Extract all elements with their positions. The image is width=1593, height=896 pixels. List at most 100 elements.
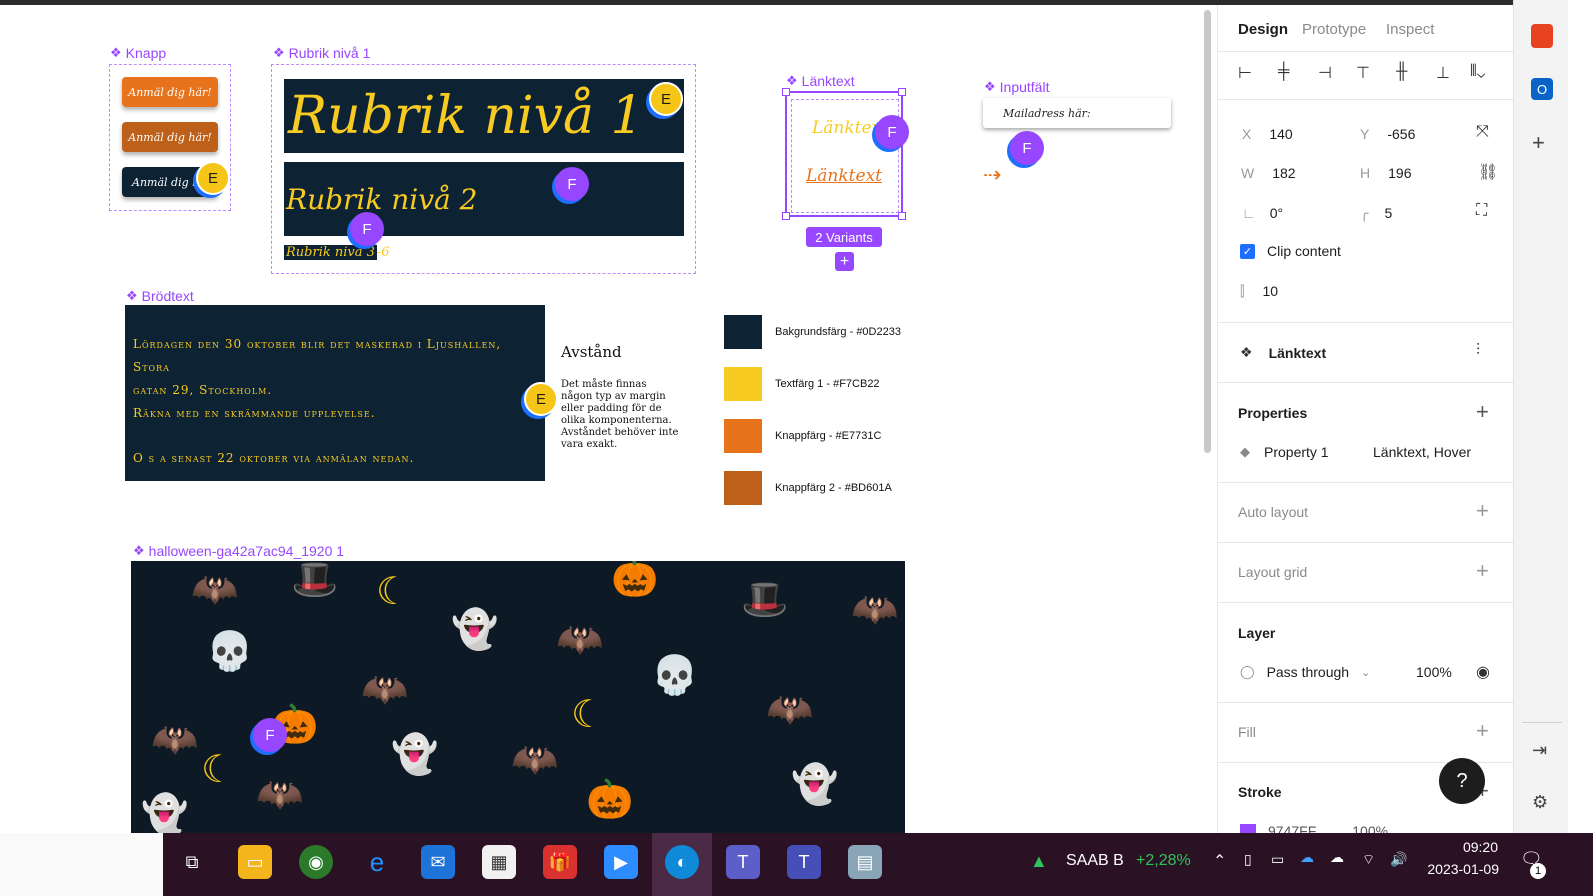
onedrive-icon[interactable]: ☁	[1300, 849, 1314, 866]
frame-label-knapp[interactable]: ❖ Knapp	[110, 45, 166, 61]
align-left-icon[interactable]: ⊢	[1238, 63, 1252, 83]
frame-label-brodtext[interactable]: ❖ Brödtext	[126, 288, 194, 304]
volume-icon[interactable]: 🔊	[1390, 851, 1407, 868]
input-field-component[interactable]: Mailadress här:	[983, 98, 1171, 128]
property-value[interactable]: Länktext, Hover	[1373, 444, 1471, 460]
tab-inspect[interactable]: Inspect	[1386, 21, 1434, 38]
checkbox-checked-icon[interactable]: ✓	[1240, 243, 1255, 259]
device-icon[interactable]: ▯	[1244, 851, 1252, 868]
heading-1-block[interactable]: Rubrik nivå 1	[284, 79, 684, 153]
frame-label-lanktext[interactable]: ❖ Länktext	[786, 73, 855, 89]
edge-icon[interactable]: ◐	[665, 845, 699, 879]
align-right-icon[interactable]: ⊣	[1318, 63, 1332, 83]
resize-handle[interactable]	[782, 212, 790, 220]
swatch-row[interactable]: Bakgrundsfärg - #0D2233	[724, 315, 944, 349]
microsoft-store-icon[interactable]: ▦	[482, 845, 516, 879]
button-variant-hover[interactable]: Anmäl dig här!	[122, 122, 218, 152]
stock-name[interactable]: SAAB B	[1066, 852, 1124, 870]
rubrik-frame[interactable]: Rubrik nivå 1 Rubrik nivå 2 Rubrik nivå …	[271, 64, 696, 274]
design-canvas[interactable]: ❖ Knapp Anmäl dig här! Anmäl dig här! An…	[0, 5, 1217, 833]
zoom-icon[interactable]: ▶	[604, 845, 638, 879]
collaborator-avatar-e[interactable]: E	[524, 382, 558, 416]
frame-label-image[interactable]: ❖ halloween-ga42a7ac94_1920 1	[133, 543, 344, 559]
independent-corners-icon[interactable]: ⛶	[1476, 202, 1487, 220]
collaborator-avatar-e[interactable]: E	[649, 82, 683, 116]
add-auto-layout-button[interactable]: +	[1476, 500, 1489, 522]
heading-2-block[interactable]: Rubrik nivå 2	[284, 162, 684, 236]
h-field[interactable]: H 196	[1360, 165, 1411, 181]
blend-mode-select[interactable]: ◯ Pass through ⌄	[1240, 664, 1370, 680]
button-variant-default[interactable]: Anmäl dig här!	[122, 77, 218, 107]
swatch-row[interactable]: Knappfärg - #E7731C	[724, 419, 944, 453]
canvas-scrollbar[interactable]	[1204, 10, 1211, 453]
variants-container[interactable]: Länktext Länktext	[791, 99, 899, 213]
teams-work-icon[interactable]: T	[787, 845, 821, 879]
wifi-icon[interactable]: ⌔	[1362, 851, 1375, 869]
align-center-horizontal-icon[interactable]: ╪	[1278, 63, 1289, 81]
resize-handle[interactable]	[898, 212, 906, 220]
y-field[interactable]: Y -656	[1360, 126, 1415, 142]
office-icon[interactable]	[1531, 24, 1553, 48]
file-explorer-icon[interactable]: ▭	[238, 845, 272, 879]
rotation-field[interactable]: ∟ 0°	[1242, 205, 1283, 221]
gift-app-icon[interactable]: 🎁	[543, 845, 577, 879]
collaborator-avatar-f[interactable]: F	[253, 718, 287, 752]
add-app-icon[interactable]: +	[1532, 130, 1545, 156]
settings-gear-icon[interactable]: ⚙	[1532, 792, 1548, 813]
teams-icon[interactable]: T	[726, 845, 760, 879]
collaborator-avatar-f[interactable]: F	[1010, 131, 1044, 165]
prototype-arrow-icon[interactable]: ⇢	[983, 162, 1001, 188]
outlook-icon[interactable]: O	[1531, 78, 1553, 100]
add-property-button[interactable]: +	[1476, 401, 1489, 423]
component-settings-icon[interactable]: ⫶	[1476, 342, 1480, 360]
stroke-row[interactable]: 9747FF 100%	[1240, 823, 1388, 833]
frame-label-inputfalt[interactable]: ❖ Inputfält	[984, 79, 1049, 95]
swatch-row[interactable]: Knappfärg 2 - #BD601A	[724, 471, 944, 505]
variants-badge[interactable]: 2 Variants	[806, 227, 882, 247]
tab-prototype[interactable]: Prototype	[1302, 21, 1366, 38]
heading-3-block[interactable]: Rubrik nivå 3 -6	[284, 243, 390, 261]
constrain-proportions-icon[interactable]: ⛓	[1478, 162, 1498, 182]
frame-label-rubrik[interactable]: ❖ Rubrik nivå 1	[273, 45, 370, 61]
align-center-vertical-icon[interactable]: ╫	[1396, 63, 1407, 81]
task-view-icon[interactable]: ⧉	[175, 845, 209, 879]
add-variant-button[interactable]: +	[835, 252, 854, 271]
cloud-icon[interactable]: ☁	[1330, 849, 1344, 866]
x-field[interactable]: X 140	[1242, 126, 1293, 142]
align-bottom-icon[interactable]: ⊥	[1436, 63, 1450, 83]
component-row[interactable]: ❖ Länktext	[1240, 344, 1326, 361]
resize-handle[interactable]	[782, 88, 790, 96]
visibility-eye-icon[interactable]: ◉	[1476, 662, 1490, 682]
chrome-icon[interactable]: ◉	[299, 845, 333, 879]
hide-sidebar-icon[interactable]: ⇥	[1532, 740, 1547, 761]
radius-field[interactable]: ╭ 5	[1360, 205, 1392, 222]
constraints-icon[interactable]: ⤧	[1476, 123, 1489, 141]
tab-design[interactable]: Design	[1238, 21, 1288, 38]
lanktext-frame-selected[interactable]: Länktext Länktext	[782, 88, 906, 220]
battery-icon[interactable]: ▭	[1271, 851, 1284, 868]
collaborator-avatar-f[interactable]: F	[555, 167, 589, 201]
halloween-pattern-image[interactable]: 🦇 🎩 ☾ 🎃 🎩 🦇 💀 👻 🦇 💀 🦇 🦇 ☾ 🎃 🦇 👻 🦇 ☾ 👻 🎃 …	[131, 561, 905, 833]
clock-date[interactable]: 2023-01-09	[1423, 861, 1499, 877]
align-top-icon[interactable]: ⊤	[1356, 63, 1370, 83]
clock-time[interactable]: 09:20	[1440, 839, 1498, 855]
body-text-block[interactable]: Lördagen den 30 oktober blir det maskera…	[125, 305, 545, 481]
stroke-color-swatch[interactable]	[1240, 824, 1256, 833]
spacing-field[interactable]: ⫿ 10	[1240, 283, 1278, 300]
notepad-icon[interactable]: ▤	[848, 845, 882, 879]
resize-handle[interactable]	[898, 88, 906, 96]
clip-content-toggle[interactable]: ✓ Clip content	[1240, 243, 1341, 259]
mail-icon[interactable]: ✉	[421, 845, 455, 879]
swatch-row[interactable]: Textfärg 1 - #F7CB22	[724, 367, 944, 401]
chevron-up-icon[interactable]: ⌃	[1213, 851, 1226, 871]
add-fill-button[interactable]: +	[1476, 720, 1489, 742]
internet-explorer-icon[interactable]: e	[360, 845, 394, 879]
collaborator-avatar-f[interactable]: F	[350, 212, 384, 246]
property-row[interactable]: ◆ Property 1	[1240, 444, 1329, 460]
link-text-hover[interactable]: Länktext	[806, 166, 882, 186]
w-field[interactable]: W 182	[1241, 165, 1296, 181]
add-layout-grid-button[interactable]: +	[1476, 560, 1489, 582]
collaborator-avatar-e[interactable]: E	[196, 161, 230, 195]
distribute-icon[interactable]: ⫴⌄	[1470, 63, 1485, 81]
help-button[interactable]: ?	[1439, 758, 1485, 804]
